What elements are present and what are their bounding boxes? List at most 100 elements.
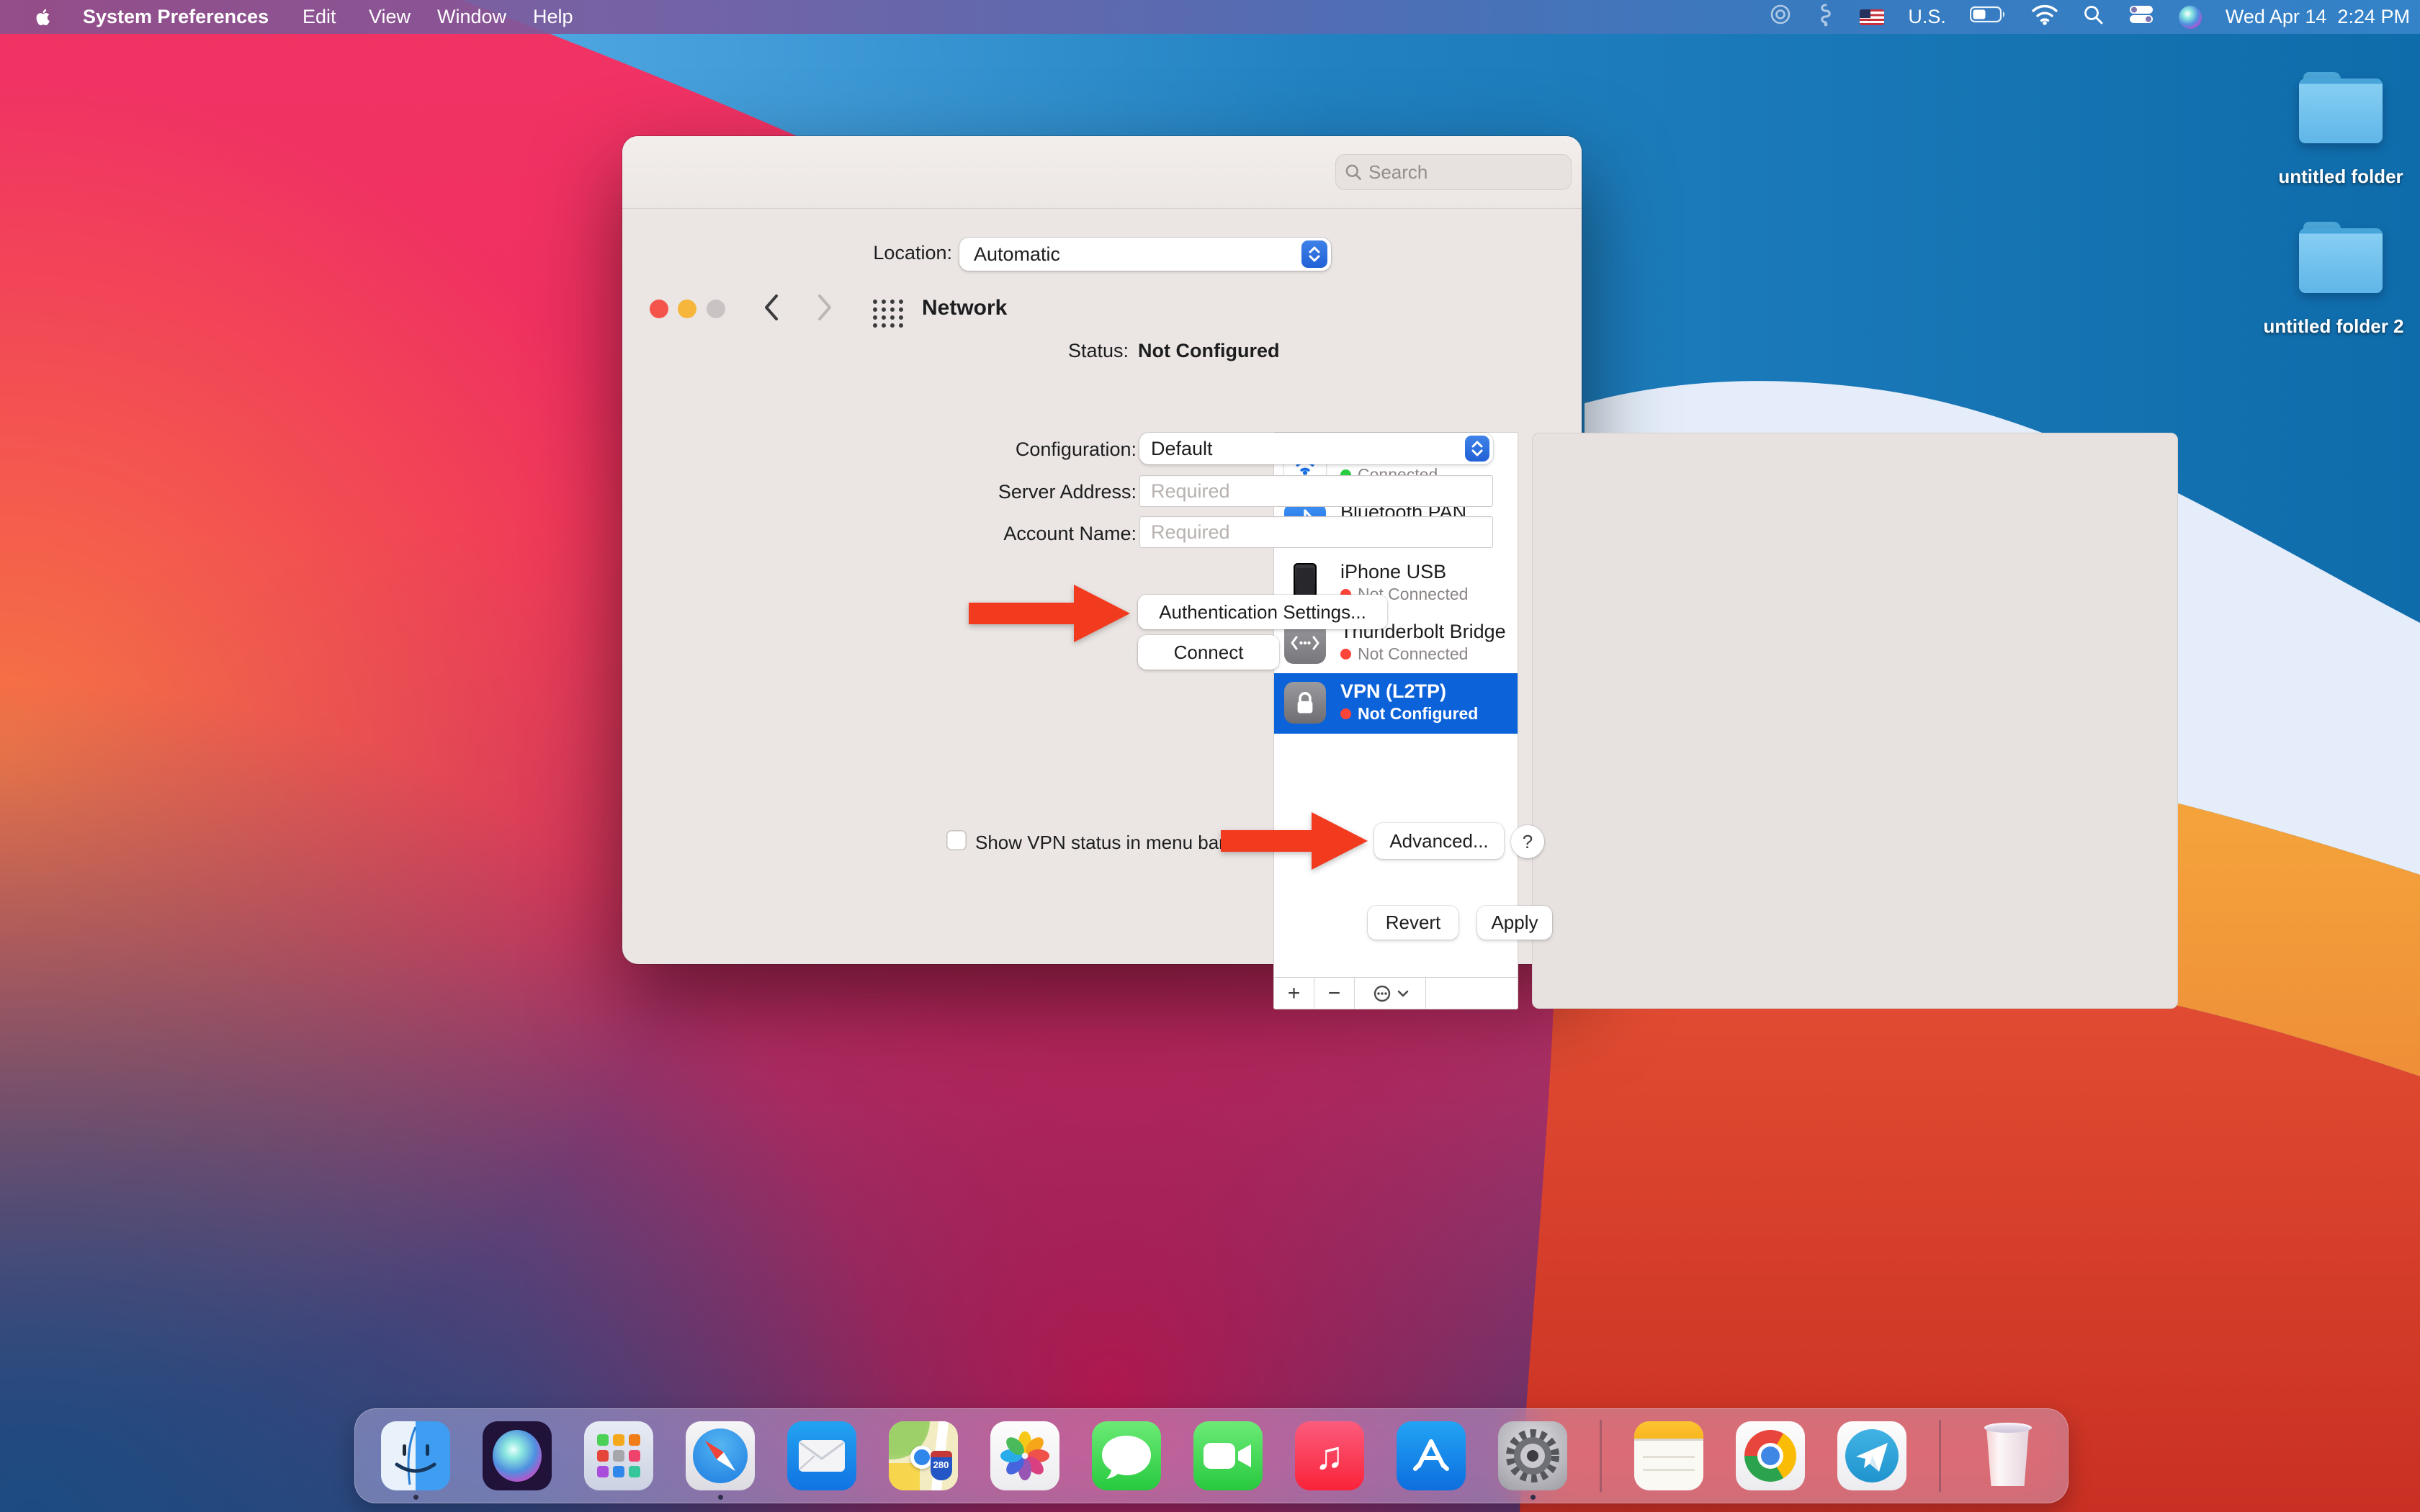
dock-item-finder[interactable] bbox=[381, 1421, 450, 1490]
connect-button[interactable]: Connect bbox=[1138, 635, 1279, 670]
safari-icon bbox=[686, 1421, 755, 1490]
service-actions-menu-button[interactable] bbox=[1355, 978, 1426, 1009]
annotation-arrow-authentication-settings bbox=[969, 585, 1129, 642]
minimize-button[interactable] bbox=[678, 300, 696, 318]
dock-item-launchpad[interactable] bbox=[584, 1421, 653, 1490]
folder-label: untitled folder bbox=[2247, 166, 2420, 188]
input-source-label[interactable]: U.S. bbox=[1908, 6, 1946, 28]
annotation-arrow-advanced bbox=[1221, 812, 1367, 870]
dock: 280 bbox=[354, 1408, 2069, 1503]
spotlight-icon[interactable] bbox=[2082, 4, 2104, 30]
desktop: System Preferences Edit View Window Help… bbox=[0, 0, 2420, 1512]
folder-icon bbox=[2299, 72, 2383, 144]
dock-item-notes[interactable] bbox=[1634, 1421, 1703, 1490]
photos-icon bbox=[990, 1421, 1059, 1490]
dock-item-trash[interactable] bbox=[1973, 1421, 2043, 1490]
configuration-select[interactable]: Default bbox=[1139, 433, 1493, 464]
dock-item-maps[interactable]: 280 bbox=[889, 1421, 958, 1490]
close-button[interactable] bbox=[650, 300, 668, 318]
apple-menu[interactable] bbox=[32, 0, 50, 34]
launchpad-icon bbox=[584, 1421, 653, 1490]
dock-item-messages[interactable] bbox=[1092, 1421, 1161, 1490]
server-address-placeholder: Required bbox=[1151, 480, 1230, 503]
location-value: Automatic bbox=[974, 243, 1301, 266]
vpn-detail-panel bbox=[1532, 433, 2178, 1009]
help-button[interactable]: ? bbox=[1511, 825, 1544, 858]
revert-button[interactable]: Revert bbox=[1368, 906, 1458, 940]
personal-hotspot-icon[interactable] bbox=[1816, 2, 1836, 32]
status-label: Status: bbox=[913, 340, 1129, 362]
menu-app-name[interactable]: System Preferences bbox=[83, 0, 269, 34]
location-select[interactable]: Automatic bbox=[959, 238, 1331, 271]
authentication-settings-button[interactable]: Authentication Settings... bbox=[1138, 595, 1387, 629]
sidebar-toolbar: + − bbox=[1274, 977, 1518, 1009]
mail-icon bbox=[787, 1421, 856, 1490]
dock-item-system-preferences[interactable] bbox=[1498, 1421, 1567, 1490]
dock-item-siri[interactable] bbox=[483, 1421, 552, 1490]
apply-button[interactable]: Apply bbox=[1477, 906, 1552, 940]
facetime-icon bbox=[1193, 1421, 1263, 1490]
wifi-menu-icon[interactable] bbox=[2031, 4, 2058, 30]
dock-item-safari[interactable] bbox=[686, 1421, 755, 1490]
input-source-flag-icon[interactable] bbox=[1860, 9, 1884, 25]
dock-item-app-store[interactable] bbox=[1397, 1421, 1466, 1490]
account-name-field[interactable]: Required bbox=[1139, 516, 1493, 548]
show-all-grid-icon[interactable] bbox=[871, 297, 905, 333]
search-icon bbox=[1344, 163, 1363, 181]
dock-item-photos[interactable] bbox=[990, 1421, 1059, 1490]
maps-icon: 280 bbox=[889, 1421, 958, 1490]
show-vpn-status-label: Show VPN status in menu bar bbox=[975, 832, 1225, 854]
window-title: Network bbox=[922, 296, 1007, 320]
trash-rim bbox=[1984, 1423, 2032, 1433]
advanced-button[interactable]: Advanced... bbox=[1374, 823, 1504, 859]
record-indicator-icon[interactable] bbox=[1769, 3, 1792, 31]
server-address-field[interactable]: Required bbox=[1139, 475, 1493, 507]
music-icon: ♫ bbox=[1295, 1421, 1364, 1490]
finder-icon bbox=[381, 1421, 450, 1490]
menu-clock[interactable]: Wed Apr 14 2:24 PM bbox=[2226, 6, 2410, 28]
trash-icon bbox=[1985, 1426, 2031, 1486]
dock-item-chrome[interactable] bbox=[1736, 1421, 1805, 1490]
forward-button-disabled[interactable] bbox=[811, 289, 837, 330]
vpn-lock-icon bbox=[1284, 682, 1326, 724]
app-store-icon bbox=[1397, 1421, 1466, 1490]
folder-label: untitled folder 2 bbox=[2240, 315, 2420, 338]
status-dot-red bbox=[1340, 708, 1351, 719]
running-indicator bbox=[413, 1495, 418, 1500]
actions-gear-icon bbox=[1372, 984, 1392, 1004]
apple-logo-icon bbox=[32, 6, 50, 28]
dock-separator bbox=[1939, 1420, 1941, 1492]
folder-icon bbox=[2299, 222, 2383, 294]
menu-view[interactable]: View bbox=[369, 0, 411, 34]
menu-bar: System Preferences Edit View Window Help… bbox=[0, 0, 2420, 34]
show-vpn-status-checkbox[interactable] bbox=[946, 830, 967, 850]
search-input[interactable]: Search bbox=[1335, 154, 1572, 190]
dock-item-facetime[interactable] bbox=[1193, 1421, 1263, 1490]
siri-icon[interactable] bbox=[2179, 6, 2202, 29]
stepper-icon bbox=[1301, 240, 1327, 268]
account-name-label: Account Name: bbox=[913, 523, 1137, 545]
dock-item-telegram[interactable] bbox=[1837, 1421, 1906, 1490]
menu-help[interactable]: Help bbox=[533, 0, 573, 34]
dock-item-music[interactable]: ♫ bbox=[1295, 1421, 1364, 1490]
battery-icon[interactable] bbox=[1970, 5, 2007, 29]
sidebar-item-vpn-l2tp-selected[interactable]: VPN (L2TP) Not Configured bbox=[1274, 673, 1518, 734]
notes-icon bbox=[1634, 1421, 1703, 1490]
add-service-button[interactable]: + bbox=[1274, 978, 1314, 1009]
chevron-down-icon bbox=[1397, 989, 1409, 998]
chrome-icon bbox=[1736, 1421, 1805, 1490]
zoom-button-disabled[interactable] bbox=[707, 300, 725, 318]
status-dot-red bbox=[1340, 649, 1351, 660]
messages-icon bbox=[1092, 1421, 1161, 1490]
dock-separator bbox=[1600, 1420, 1602, 1492]
status-value: Not Configured bbox=[1138, 340, 1279, 362]
running-indicator bbox=[718, 1495, 723, 1500]
remove-service-button[interactable]: − bbox=[1314, 978, 1355, 1009]
network-preferences-window: Network Search Location: Automatic Wi-Fi… bbox=[622, 136, 1582, 964]
dock-item-mail[interactable] bbox=[787, 1421, 856, 1490]
back-button[interactable] bbox=[759, 289, 785, 330]
control-center-icon[interactable] bbox=[2128, 4, 2155, 30]
stepper-icon bbox=[1465, 436, 1489, 462]
menu-window[interactable]: Window bbox=[437, 0, 506, 34]
menu-edit[interactable]: Edit bbox=[302, 0, 336, 34]
